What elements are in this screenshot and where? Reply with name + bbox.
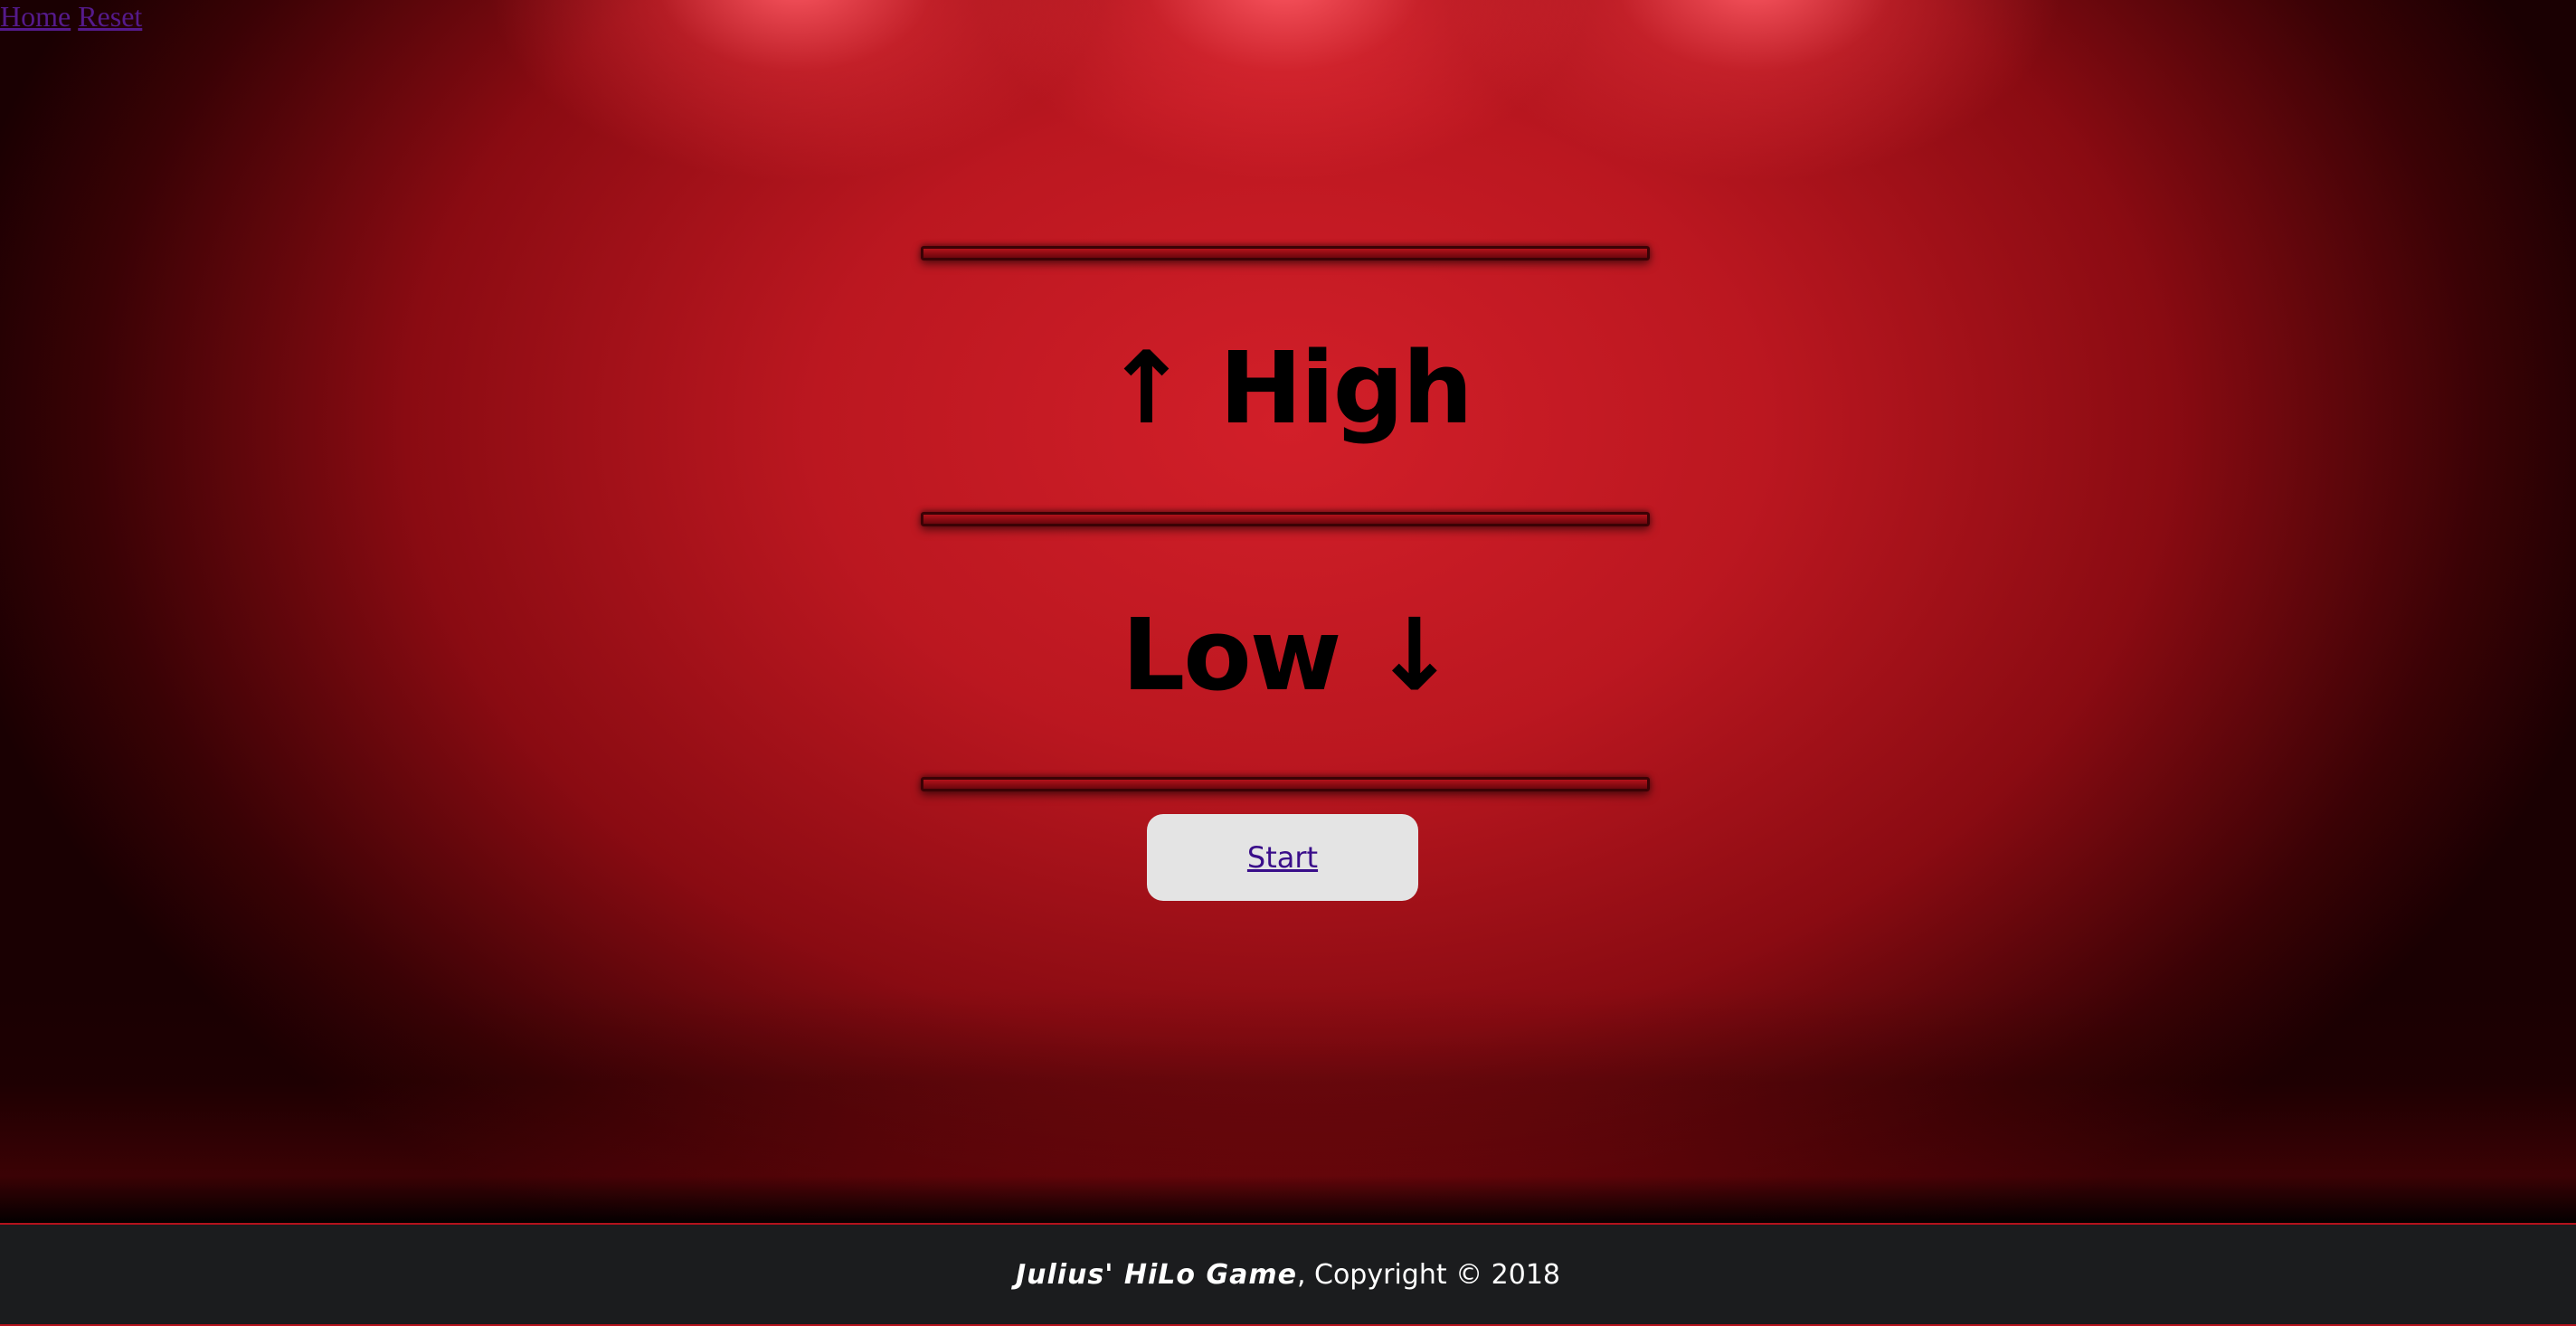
high-option[interactable]: ↑ High xyxy=(0,330,2576,446)
top-nav: Home Reset xyxy=(0,0,142,33)
footer-copyright: , Copyright © 2018 xyxy=(1296,1258,1561,1291)
divider-top xyxy=(921,246,1650,260)
footer-brand: Julius' HiLo Game xyxy=(1015,1258,1297,1291)
home-link[interactable]: Home xyxy=(0,0,71,33)
start-button[interactable]: Start xyxy=(1147,814,1418,901)
start-link[interactable]: Start xyxy=(1247,840,1318,875)
divider-middle xyxy=(921,512,1650,526)
footer: Julius' HiLo Game , Copyright © 2018 xyxy=(0,1223,2576,1326)
reset-link[interactable]: Reset xyxy=(78,0,142,33)
divider-bottom xyxy=(921,777,1650,791)
low-option[interactable]: Low ↓ xyxy=(0,597,2576,713)
